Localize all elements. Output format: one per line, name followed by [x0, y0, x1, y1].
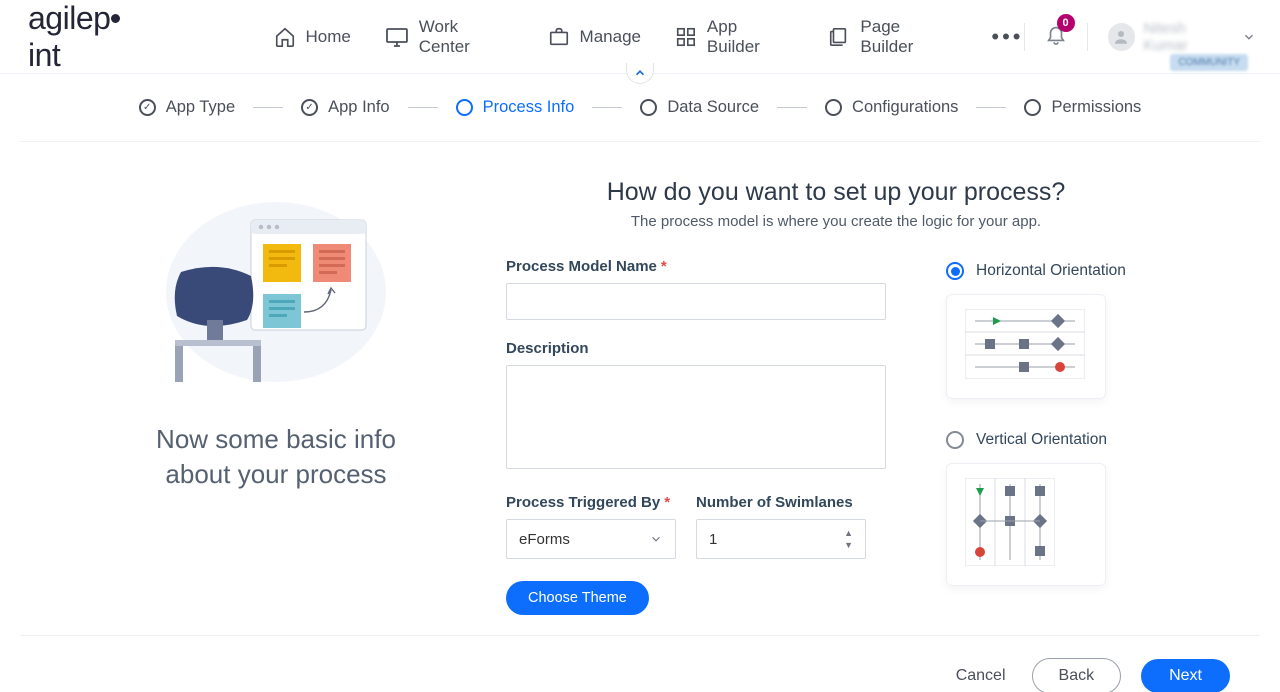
- chevron-up-icon: [633, 66, 647, 80]
- step-label: Permissions: [1051, 98, 1141, 117]
- select-triggered-by[interactable]: eForms: [506, 519, 676, 559]
- check-circle-icon: [301, 99, 318, 116]
- empty-circle-icon: [825, 99, 842, 116]
- step-label: Process Info: [483, 98, 575, 117]
- illustration-column: Now some basic info about your process: [46, 168, 506, 615]
- step-process-info[interactable]: Process Info: [456, 98, 575, 117]
- step-label: Data Source: [667, 98, 759, 117]
- horizontal-preview: [946, 294, 1106, 399]
- step-permissions[interactable]: Permissions: [1024, 98, 1141, 117]
- radio-label: Horizontal Orientation: [976, 262, 1126, 280]
- process-illustration: [161, 172, 391, 382]
- step-data-source[interactable]: Data Source: [640, 98, 759, 117]
- horizontal-diagram-icon: [965, 309, 1085, 379]
- briefcase-icon: [548, 26, 570, 48]
- step-app-info[interactable]: App Info: [301, 98, 389, 117]
- step-app-type[interactable]: App Type: [139, 98, 235, 117]
- next-button[interactable]: Next: [1141, 659, 1230, 692]
- step-connector: [777, 107, 807, 108]
- radio-label: Vertical Orientation: [976, 431, 1107, 449]
- current-circle-icon: [456, 99, 473, 116]
- orientation-column: Horizontal Orientation: [946, 262, 1166, 615]
- wizard-steps: App Type App Info Process Info Data Sour…: [20, 74, 1260, 142]
- wizard-footer: Cancel Back Next: [20, 635, 1260, 692]
- content-grid: Now some basic info about your process H…: [20, 150, 1260, 615]
- radio-icon: [946, 262, 964, 280]
- label-description: Description: [506, 340, 886, 357]
- empty-circle-icon: [640, 99, 657, 116]
- step-label: App Type: [166, 98, 235, 117]
- step-label: App Info: [328, 98, 389, 117]
- nav-work-center-label: Work Center: [419, 17, 514, 57]
- radio-horizontal[interactable]: Horizontal Orientation: [946, 262, 1166, 280]
- radio-vertical[interactable]: Vertical Orientation: [946, 431, 1166, 449]
- user-name: Nitesh Kumar: [1143, 20, 1234, 54]
- illustration-caption: Now some basic info about your process: [156, 422, 396, 492]
- cancel-button[interactable]: Cancel: [950, 666, 1012, 686]
- grid-icon: [675, 26, 697, 48]
- label-model-name: Process Model Name*: [506, 258, 886, 275]
- page-subtitle: The process model is where you create th…: [506, 213, 1166, 230]
- input-model-name[interactable]: [506, 283, 886, 320]
- nav-page-builder-label: Page Builder: [860, 17, 957, 57]
- notifications-badge: 0: [1057, 14, 1075, 32]
- check-circle-icon: [139, 99, 156, 116]
- radio-icon: [946, 431, 964, 449]
- spinner-up[interactable]: ▲: [844, 528, 853, 538]
- logo: agilepint: [28, 0, 154, 74]
- nav-page-builder[interactable]: Page Builder: [828, 17, 957, 57]
- user-tag: COMMUNITY: [1170, 54, 1248, 71]
- pages-icon: [828, 26, 850, 48]
- label-swimlanes: Number of Swimlanes: [696, 494, 866, 511]
- back-button[interactable]: Back: [1032, 658, 1122, 692]
- divider: [1087, 23, 1088, 51]
- choose-theme-button[interactable]: Choose Theme: [506, 581, 649, 615]
- select-value: eForms: [519, 531, 570, 548]
- monitor-icon: [385, 26, 409, 48]
- user-menu[interactable]: Nitesh Kumar: [1108, 20, 1256, 54]
- avatar: [1108, 23, 1136, 51]
- chevron-down-icon: [1242, 30, 1256, 44]
- step-connector: [592, 107, 622, 108]
- form-header: How do you want to set up your process? …: [506, 168, 1166, 258]
- empty-circle-icon: [1024, 99, 1041, 116]
- divider: [1024, 23, 1025, 51]
- nav-more[interactable]: •••: [991, 24, 1023, 50]
- form-area: How do you want to set up your process? …: [506, 168, 1234, 615]
- home-icon: [274, 26, 296, 48]
- vertical-diagram-icon: [965, 478, 1055, 566]
- nav-app-builder[interactable]: App Builder: [675, 17, 795, 57]
- step-connector: [408, 107, 438, 108]
- person-icon: [1112, 28, 1130, 46]
- nav-home-label: Home: [306, 27, 351, 47]
- chevron-down-icon: [649, 532, 663, 546]
- fields-column: Process Model Name* Description Process …: [506, 258, 886, 615]
- nav-manage-label: Manage: [580, 27, 641, 47]
- step-configurations[interactable]: Configurations: [825, 98, 958, 117]
- spinner-value: 1: [709, 531, 717, 548]
- top-header: agilepint Home Work Center Manage App Bu…: [0, 0, 1280, 74]
- nav-app-builder-label: App Builder: [707, 17, 795, 57]
- page-title: How do you want to set up your process?: [506, 178, 1166, 207]
- vertical-preview: [946, 463, 1106, 586]
- step-connector: [976, 107, 1006, 108]
- label-triggered-by: Process Triggered By*: [506, 494, 676, 511]
- step-connector: [253, 107, 283, 108]
- input-swimlanes[interactable]: 1 ▲ ▼: [696, 519, 866, 559]
- step-label: Configurations: [852, 98, 958, 117]
- primary-nav: Home Work Center Manage App Builder Page…: [274, 17, 1024, 57]
- input-description[interactable]: [506, 365, 886, 469]
- spinner-down[interactable]: ▼: [844, 540, 853, 550]
- notifications-button[interactable]: 0: [1045, 22, 1067, 51]
- main-panel: Now some basic info about your process H…: [20, 150, 1260, 692]
- nav-home[interactable]: Home: [274, 26, 351, 48]
- nav-work-center[interactable]: Work Center: [385, 17, 514, 57]
- header-right: 0 Nitesh Kumar: [1024, 20, 1256, 54]
- nav-manage[interactable]: Manage: [548, 26, 641, 48]
